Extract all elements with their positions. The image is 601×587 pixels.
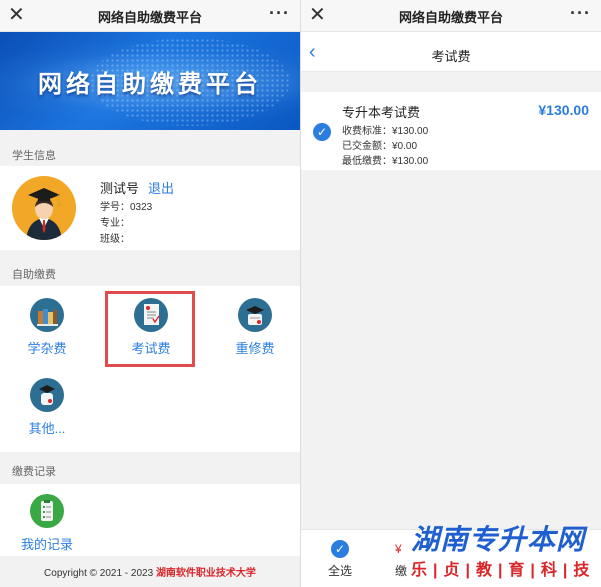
total-currency: ¥ [395, 542, 402, 556]
tile-retake-fee-label: 重修费 [235, 341, 275, 356]
banner: 网络自助缴费平台 [0, 32, 300, 130]
student-id: 学号：0323 [100, 202, 153, 213]
other-scroll-icon [30, 378, 64, 412]
select-all[interactable]: ✓ 全选 [323, 540, 357, 579]
clipboard-icon [30, 494, 64, 528]
student-class: 班级： [100, 234, 130, 245]
fee-minimum: 最低缴费：¥130.00 [342, 156, 429, 167]
student-section-label: 学生信息 [12, 150, 56, 162]
select-all-check-icon: ✓ [331, 540, 349, 558]
tile-tuition-label: 学杂费 [27, 341, 67, 356]
fee-checkbox[interactable]: ✓ [313, 123, 331, 141]
logout-link[interactable]: 退出 [148, 178, 174, 197]
more-icon[interactable]: ··· [269, 3, 290, 24]
self-pay-section-label: 自助缴费 [12, 269, 56, 281]
exam-fee-highlight-box [105, 291, 195, 367]
copyright-school: 湖南软件职业技术大学 [155, 568, 256, 579]
fee-item[interactable]: ✓ 专升本考试费 ¥130.00 收费标准：¥130.00 已交金额：¥0.00… [301, 92, 601, 170]
tile-other[interactable]: 其他... [7, 378, 87, 437]
page-title: 考试费 [431, 49, 471, 64]
sub-header: ‹ 考试费 [301, 32, 601, 72]
record-section-label: 缴费记录 [12, 466, 56, 478]
books-icon [30, 298, 64, 332]
tile-retake-fee[interactable]: 重修费 [215, 298, 295, 357]
top-bar: ✕ 网络自助缴费平台 ··· [0, 0, 300, 32]
student-info-card: 测试号 退出 学号：0323 专业： 班级： [0, 166, 300, 250]
window-title-right: 网络自助缴费平台 [398, 10, 503, 25]
watermark: 湖南专升本网 乐|贞|教|育|科|技 [411, 524, 601, 584]
tile-tuition[interactable]: 学杂费 [7, 298, 87, 357]
tile-my-records-label: 我的记录 [20, 537, 73, 552]
exam-fee-panel: ✕ 网络自助缴费平台 ··· ‹ 考试费 ✓ 专升本考试费 ¥130.00 收费… [301, 0, 601, 587]
pay-button-partial[interactable]: 缴 [395, 562, 407, 579]
watermark-sub: 乐|贞|教|育|科|技 [411, 562, 596, 579]
student-name: 测试号 [100, 181, 140, 196]
watermark-main: 湖南专升本网 [411, 524, 586, 555]
top-bar-right: ✕ 网络自助缴费平台 ··· [301, 0, 601, 32]
avatar [12, 176, 76, 240]
home-panel: ✕ 网络自助缴费平台 ··· 网络自助缴费平台 学生信息 测试号 退出 学号：0… [0, 0, 300, 587]
copyright: Copyright © 2021 - 2023 湖南软件职业技术大学 [0, 564, 300, 579]
retake-diploma-icon [238, 298, 272, 332]
fee-title: 专升本考试费 [342, 105, 421, 120]
fee-paid: 已交金额：¥0.00 [342, 141, 418, 152]
tile-other-label: 其他... [28, 421, 66, 436]
window-title: 网络自助缴费平台 [97, 10, 202, 25]
student-major: 专业： [100, 218, 130, 229]
fee-standard: 收费标准：¥130.00 [342, 126, 429, 137]
more-icon[interactable]: ··· [570, 3, 591, 24]
tile-my-records[interactable]: 我的记录 [7, 494, 87, 553]
banner-title: 网络自助缴费平台 [38, 71, 262, 98]
select-all-label: 全选 [327, 564, 352, 578]
graduate-avatar-icon [26, 188, 62, 240]
copyright-text: Copyright © 2021 - 2023 [44, 568, 156, 579]
fee-amount: ¥130.00 [538, 102, 589, 118]
